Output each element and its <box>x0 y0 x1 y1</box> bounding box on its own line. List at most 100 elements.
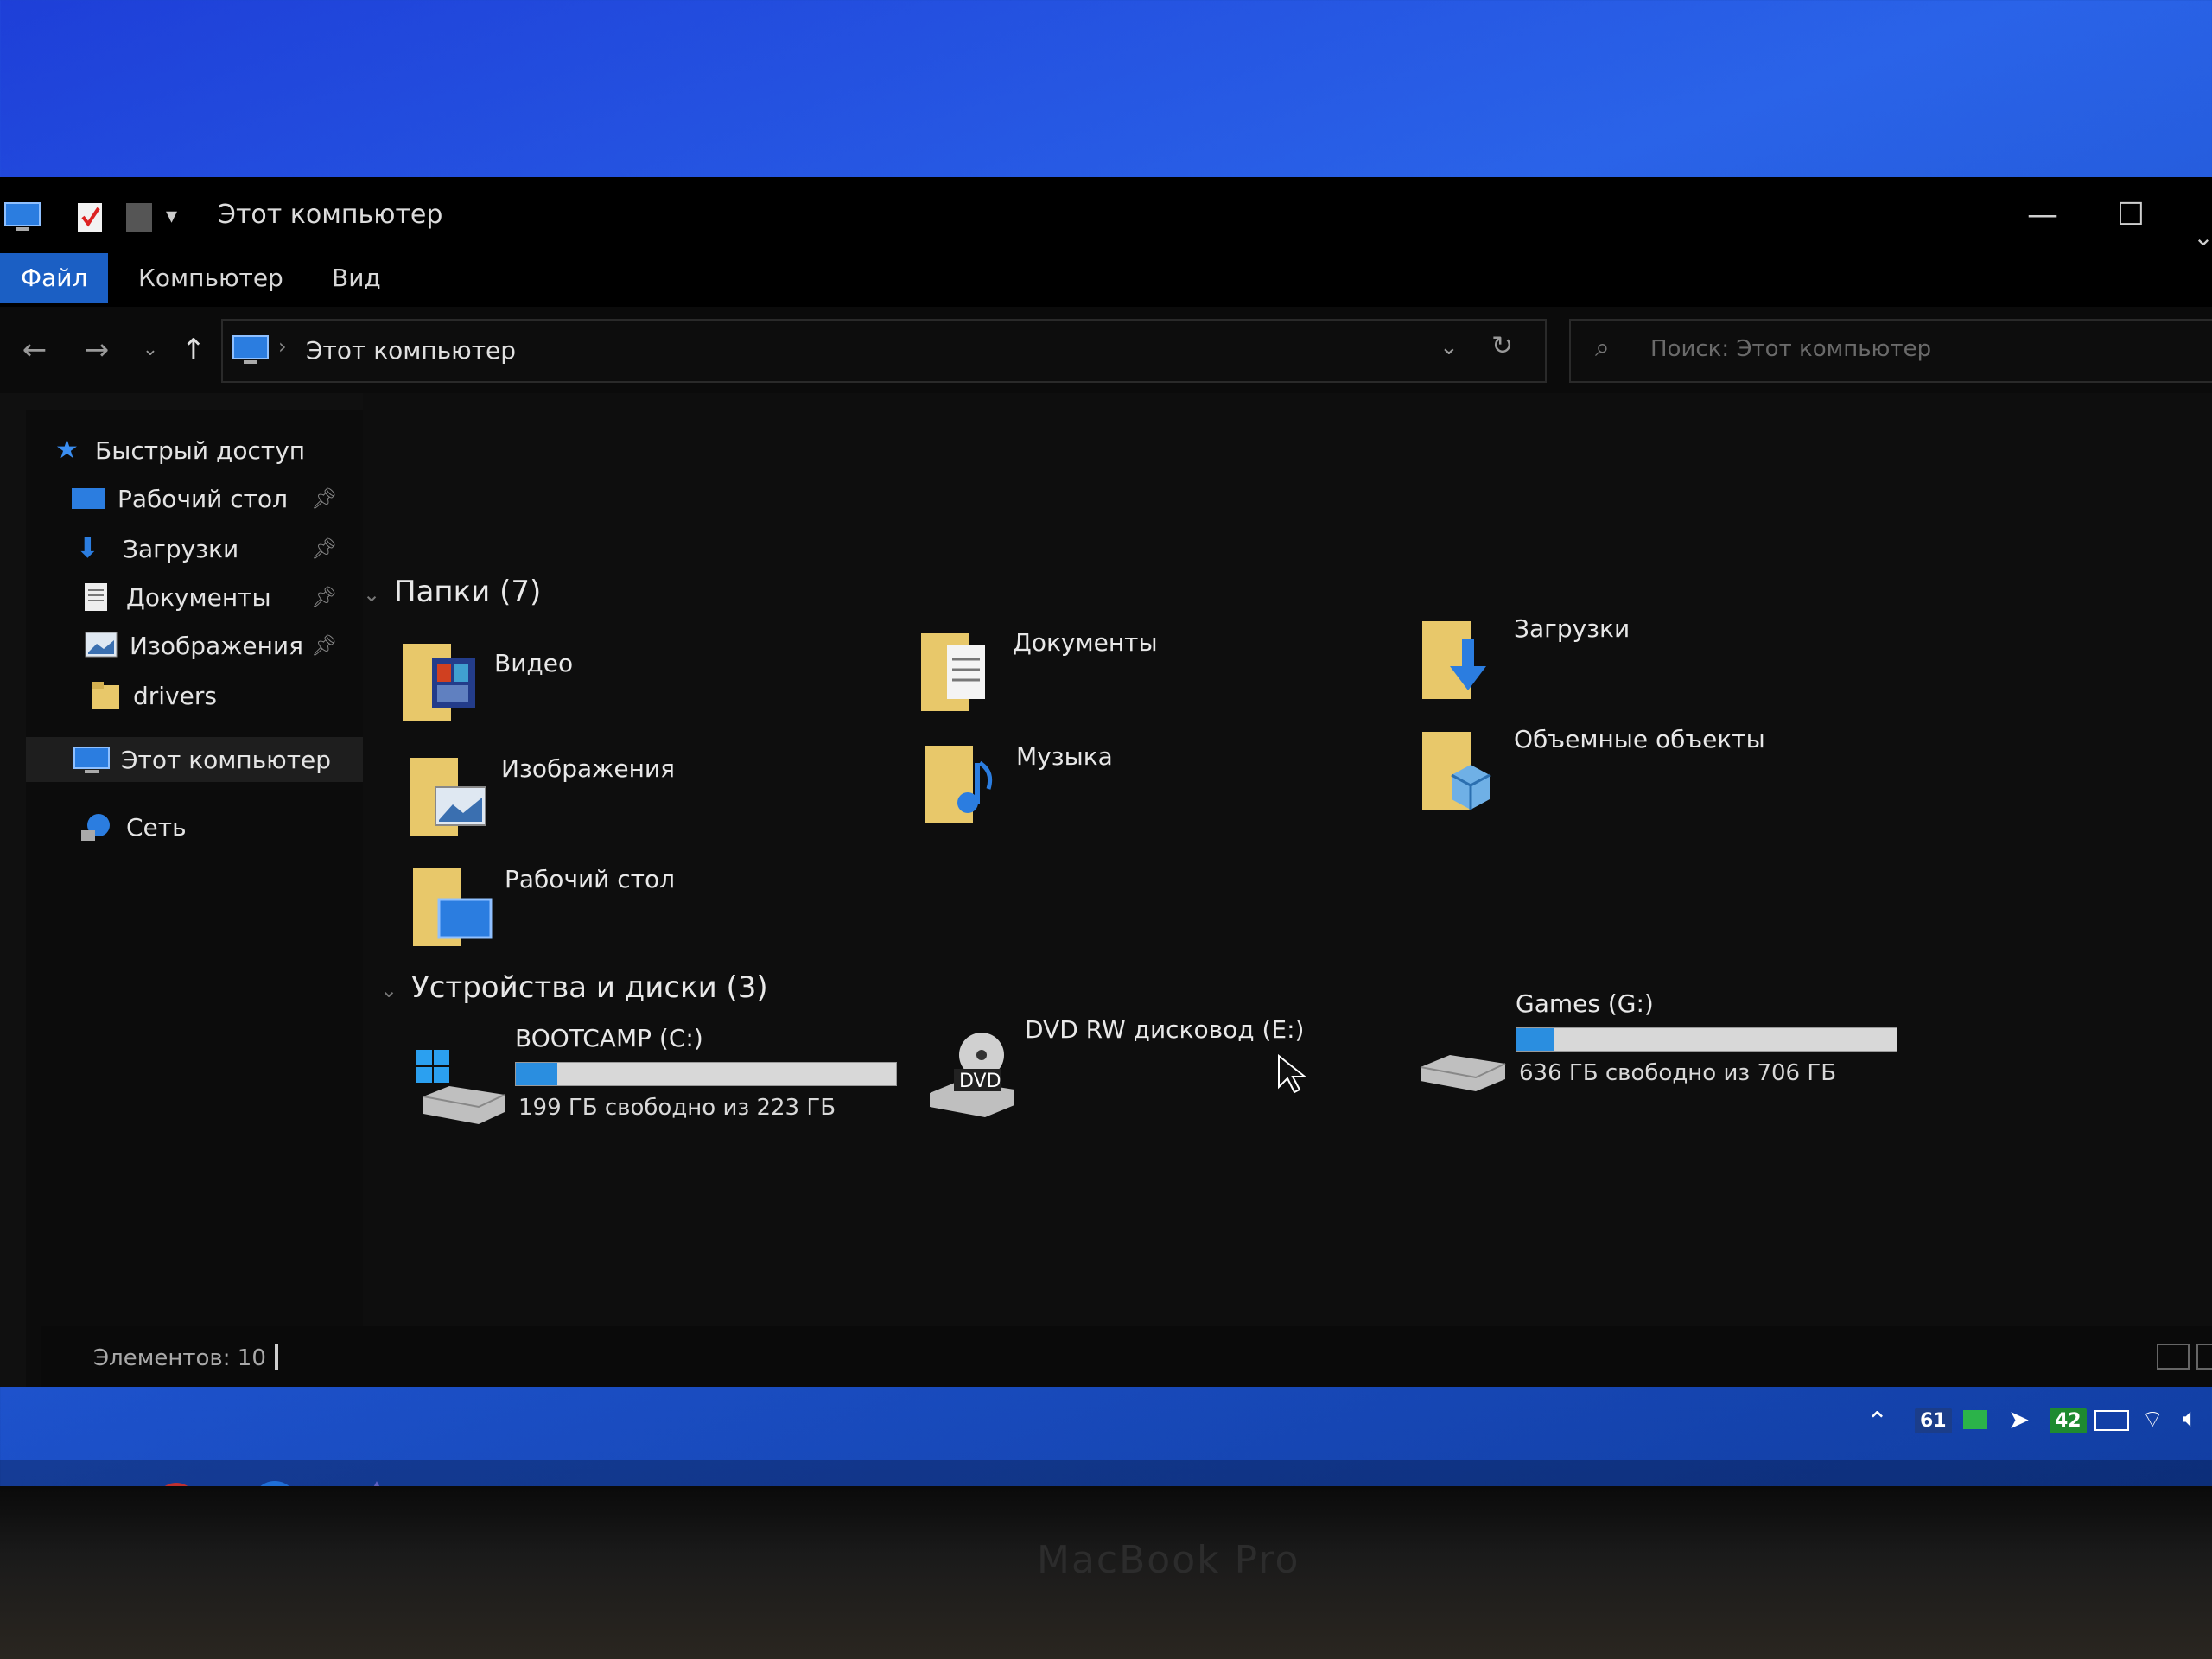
navigation-pane: ★ Быстрый доступ Рабочий стол 📌︎ ⬇ Загру… <box>26 410 363 1387</box>
sidebar-item-label: Загрузки <box>123 535 239 563</box>
customize-toolbar-icon[interactable]: ▾ <box>166 203 177 238</box>
forward-arrow-icon[interactable]: → <box>76 329 118 371</box>
laptop-label: MacBook Pro <box>1037 1538 1300 1582</box>
folder-label: Изображения <box>501 754 675 783</box>
computer-icon <box>232 335 269 364</box>
sidebar-item-label: Сеть <box>126 813 187 842</box>
drive-e[interactable]: DVD DVD RW дисковод (E:) <box>925 1015 1460 1128</box>
tray-expand-icon[interactable]: ⌃ <box>1866 1407 1888 1437</box>
folder-video[interactable]: Видео <box>397 635 864 739</box>
address-dropdown-icon[interactable]: ⌄ <box>1440 334 1459 360</box>
folder-3d-objects[interactable]: Объемные объекты <box>1417 723 1884 827</box>
sidebar-item-quick-access[interactable]: ★ Быстрый доступ <box>26 428 363 473</box>
status-separator <box>275 1344 278 1370</box>
tray-badge-2[interactable]: 42 <box>2050 1408 2087 1433</box>
folder-desktop[interactable]: Рабочий стол <box>408 860 874 963</box>
sidebar-item-documents[interactable]: Документы 📌︎ <box>26 575 363 620</box>
items-count: Элементов: 10 <box>93 1345 266 1371</box>
folder-pictures[interactable]: Изображения <box>404 749 871 853</box>
video-folder-icon <box>403 644 475 721</box>
recent-locations-icon[interactable]: ⌄ <box>130 329 171 371</box>
tray-send-icon[interactable]: ➤ <box>2008 1405 2030 1435</box>
group-title: Устройства и диски (3) <box>411 970 768 1005</box>
downloads-folder-icon <box>1422 621 1486 699</box>
drive-g[interactable]: Games (G:) 636 ГБ свободно из 706 ГБ <box>1415 989 1951 1102</box>
wifi-icon[interactable]: ⌔ <box>2141 1405 2164 1435</box>
sidebar-item-desktop[interactable]: Рабочий стол 📌︎ <box>26 476 363 521</box>
group-header-drives[interactable]: ⌄ Устройства и диски (3) <box>380 970 768 1005</box>
new-folder-icon[interactable] <box>124 200 154 234</box>
tray-monitor-icon[interactable] <box>1963 1410 1987 1429</box>
folder-label: Документы <box>1013 628 1158 657</box>
documents-folder-icon <box>921 633 985 711</box>
back-arrow-icon[interactable]: ← <box>14 329 55 371</box>
pin-icon[interactable]: 📌︎ <box>311 585 337 609</box>
tiles-view-icon[interactable] <box>2196 1344 2212 1370</box>
folder-icon <box>92 682 119 709</box>
up-arrow-icon[interactable]: ↑ <box>173 329 214 371</box>
drive-name: BOOTCAMP (C:) <box>515 1024 703 1052</box>
network-icon <box>81 814 110 841</box>
download-arrow-icon: ⬇ <box>76 531 99 564</box>
search-icon: ⌕ <box>1595 333 1610 363</box>
folder-label: Видео <box>494 649 574 677</box>
dvd-icon-label: DVD <box>959 1071 1001 1092</box>
group-title: Папки (7) <box>394 575 542 609</box>
address-bar[interactable]: › Этот компьютер ⌄ ↻ <box>221 319 1547 383</box>
breadcrumb-separator-icon: › <box>278 334 287 359</box>
explorer-window: ▾ Этот компьютер — ☐ ⌄ Файл Компьютер Ви… <box>0 177 2212 1387</box>
pin-icon[interactable]: 📌︎ <box>311 537 337 561</box>
chevron-down-icon: ⌄ <box>380 978 398 1002</box>
folder-label: Загрузки <box>1514 614 1630 643</box>
mouse-cursor-icon <box>1278 1054 1306 1094</box>
battery-icon[interactable] <box>2094 1410 2129 1431</box>
sidebar-item-label: Рабочий стол <box>118 485 289 513</box>
sidebar-item-label: Документы <box>126 583 271 612</box>
sidebar-item-downloads[interactable]: ⬇ Загрузки 📌︎ <box>26 526 363 571</box>
computer-icon <box>4 202 41 231</box>
folder-downloads[interactable]: Загрузки <box>1417 613 1884 716</box>
pin-icon[interactable]: 📌︎ <box>311 633 337 658</box>
hard-drive-icon <box>1420 1055 1506 1091</box>
refresh-icon[interactable]: ↻ <box>1491 331 1513 361</box>
folder-documents[interactable]: Документы <box>916 625 1382 728</box>
drive-usage-bar <box>515 1062 897 1086</box>
tab-file[interactable]: Файл <box>0 253 109 303</box>
music-folder-icon <box>925 746 993 823</box>
star-icon: ★ <box>55 435 79 465</box>
search-box[interactable]: ⌕ Поиск: Этот компьютер <box>1569 319 2212 383</box>
drive-name: Games (G:) <box>1516 989 1654 1018</box>
minimize-button[interactable]: — <box>2017 191 2069 239</box>
sidebar-item-pictures[interactable]: Изображения 📌︎ <box>26 623 363 668</box>
image-icon <box>85 632 118 658</box>
sidebar-item-label: Изображения <box>130 632 303 660</box>
ribbon: Файл Компьютер Вид <box>0 253 2212 307</box>
pin-icon[interactable]: 📌︎ <box>311 486 337 511</box>
window-title: Этот компьютер <box>218 200 443 230</box>
sidebar-item-network[interactable]: Сеть <box>26 804 363 849</box>
details-view-icon[interactable] <box>2157 1344 2190 1370</box>
tab-view[interactable]: Вид <box>311 253 402 303</box>
desktop-icon <box>72 488 105 509</box>
properties-icon[interactable] <box>74 200 105 234</box>
search-input[interactable]: Поиск: Этот компьютер <box>1650 336 1931 362</box>
status-bar: Элементов: 10 <box>41 1326 2212 1387</box>
folder-music[interactable]: Музыка <box>919 737 1386 841</box>
group-header-folders[interactable]: ⌄ Папки (7) <box>363 575 541 609</box>
title-bar: ▾ Этот компьютер — ☐ ⌄ <box>0 177 2212 253</box>
volume-icon[interactable]: 🔈︎ <box>2183 1403 2198 1433</box>
document-icon <box>85 583 107 611</box>
content-pane: ⌄ Папки (7) Видео Документы Загрузки Изоб… <box>363 393 2212 1387</box>
sidebar-item-this-pc[interactable]: Этот компьютер <box>26 737 363 782</box>
sidebar-item-drivers[interactable]: drivers <box>26 673 363 718</box>
system-tray: ⌃ 61 ➤ 42 ⌔ 🔈︎ <box>1866 1400 2212 1443</box>
maximize-button[interactable]: ☐ <box>2105 191 2157 239</box>
computer-icon <box>73 747 110 773</box>
drive-c[interactable]: BOOTCAMP (C:) 199 ГБ свободно из 223 ГБ <box>415 1024 950 1136</box>
drive-usage-fill <box>1516 1028 1554 1051</box>
navigation-bar: ← → ⌄ ↑ › Этот компьютер ⌄ ↻ ⌕ Поиск: Эт… <box>0 307 2212 393</box>
breadcrumb: Этот компьютер <box>306 336 517 365</box>
tray-badge-1[interactable]: 61 <box>1915 1408 1952 1433</box>
tab-computer[interactable]: Компьютер <box>118 253 304 303</box>
folder-label: Музыка <box>1016 742 1113 771</box>
